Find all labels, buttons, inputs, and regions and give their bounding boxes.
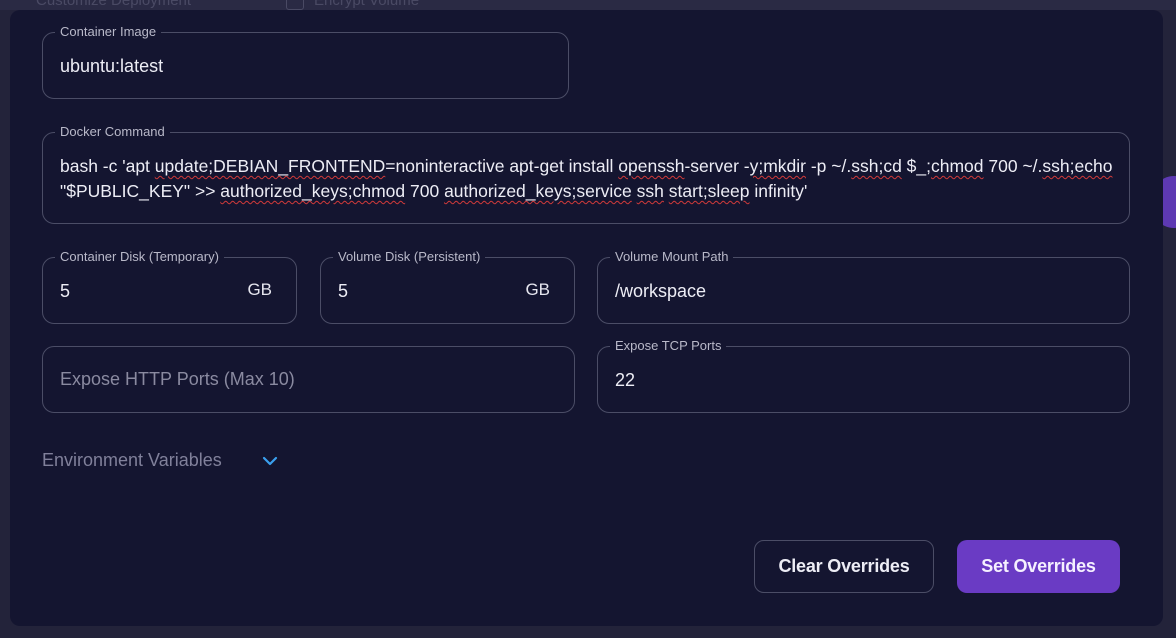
docker-command-label: Docker Command — [55, 124, 170, 140]
background-ghost-text: Customize Deployment Encrypt Volume — [36, 0, 419, 11]
volume-mount-path-field[interactable]: Volume Mount Path /workspace — [597, 249, 1130, 324]
set-overrides-button[interactable]: Set Overrides — [957, 540, 1120, 593]
http-ports-input[interactable]: Expose HTTP Ports (Max 10) — [60, 368, 558, 390]
tcp-ports-field[interactable]: Expose TCP Ports 22 — [597, 338, 1130, 413]
docker-command-segment: ssh;echo — [1042, 156, 1113, 176]
docker-command-segment: -server - — [684, 156, 750, 176]
volume-mount-path-label: Volume Mount Path — [610, 249, 734, 265]
http-ports-field[interactable]: Expose HTTP Ports (Max 10) — [42, 346, 575, 413]
container-image-label: Container Image — [55, 24, 162, 40]
ghost-encrypt-option: Encrypt Volume — [286, 0, 420, 11]
docker-command-segment: =noninteractive apt-get install — [385, 156, 619, 176]
docker-command-field[interactable]: Docker Command bash -c 'apt update;DEBIA… — [42, 124, 1130, 224]
tcp-ports-input[interactable]: 22 — [615, 369, 1113, 391]
docker-command-segment: y;mkdir — [749, 156, 806, 176]
container-disk-unit: GB — [247, 280, 272, 299]
clear-overrides-button[interactable]: Clear Overrides — [754, 540, 934, 593]
docker-command-segment: 700 ~/. — [983, 156, 1043, 176]
docker-command-segment: start;sleep — [668, 181, 750, 201]
docker-command-segment: chmod — [931, 156, 984, 176]
tcp-ports-label: Expose TCP Ports — [610, 338, 727, 354]
environment-variables-toggle[interactable]: Environment Variables — [42, 450, 280, 471]
volume-disk-unit: GB — [525, 280, 550, 299]
docker-command-segment: ssh;cd — [851, 156, 902, 176]
override-modal: Container Image ubuntu:latest Docker Com… — [10, 10, 1163, 626]
volume-disk-label: Volume Disk (Persistent) — [333, 249, 486, 265]
docker-command-segment: $_; — [901, 156, 931, 176]
ghost-checkbox — [286, 0, 304, 11]
docker-command-input[interactable]: bash -c 'apt update;DEBIAN_FRONTEND=noni… — [60, 154, 1113, 204]
container-image-input[interactable]: ubuntu:latest — [60, 55, 552, 77]
ghost-customize-label: Customize Deployment — [36, 0, 192, 9]
docker-command-segment: -p ~/. — [805, 156, 852, 176]
docker-command-segment: authorized_keys;chmod — [220, 181, 406, 201]
environment-variables-label: Environment Variables — [42, 450, 222, 470]
docker-command-segment: "$PUBLIC_KEY" >> — [60, 181, 221, 201]
docker-command-segment: update;DEBIAN_FRONTEND — [154, 156, 386, 176]
docker-command-segment: ssh — [636, 181, 664, 201]
container-image-field[interactable]: Container Image ubuntu:latest — [42, 24, 569, 99]
ghost-encrypt-label: Encrypt Volume — [314, 0, 420, 9]
volume-disk-field[interactable]: Volume Disk (Persistent) 5 GB — [320, 249, 575, 324]
docker-command-segment: openssh — [618, 156, 685, 176]
docker-command-segment: authorized_keys;service — [444, 181, 632, 201]
docker-command-segment: infinity' — [749, 181, 808, 201]
docker-command-segment: 700 — [405, 181, 445, 201]
chevron-down-icon[interactable] — [260, 451, 280, 471]
container-disk-label: Container Disk (Temporary) — [55, 249, 224, 265]
volume-mount-path-input[interactable]: /workspace — [615, 280, 1113, 302]
docker-command-segment: bash -c 'apt — [60, 156, 155, 176]
container-disk-field[interactable]: Container Disk (Temporary) 5 GB — [42, 249, 297, 324]
